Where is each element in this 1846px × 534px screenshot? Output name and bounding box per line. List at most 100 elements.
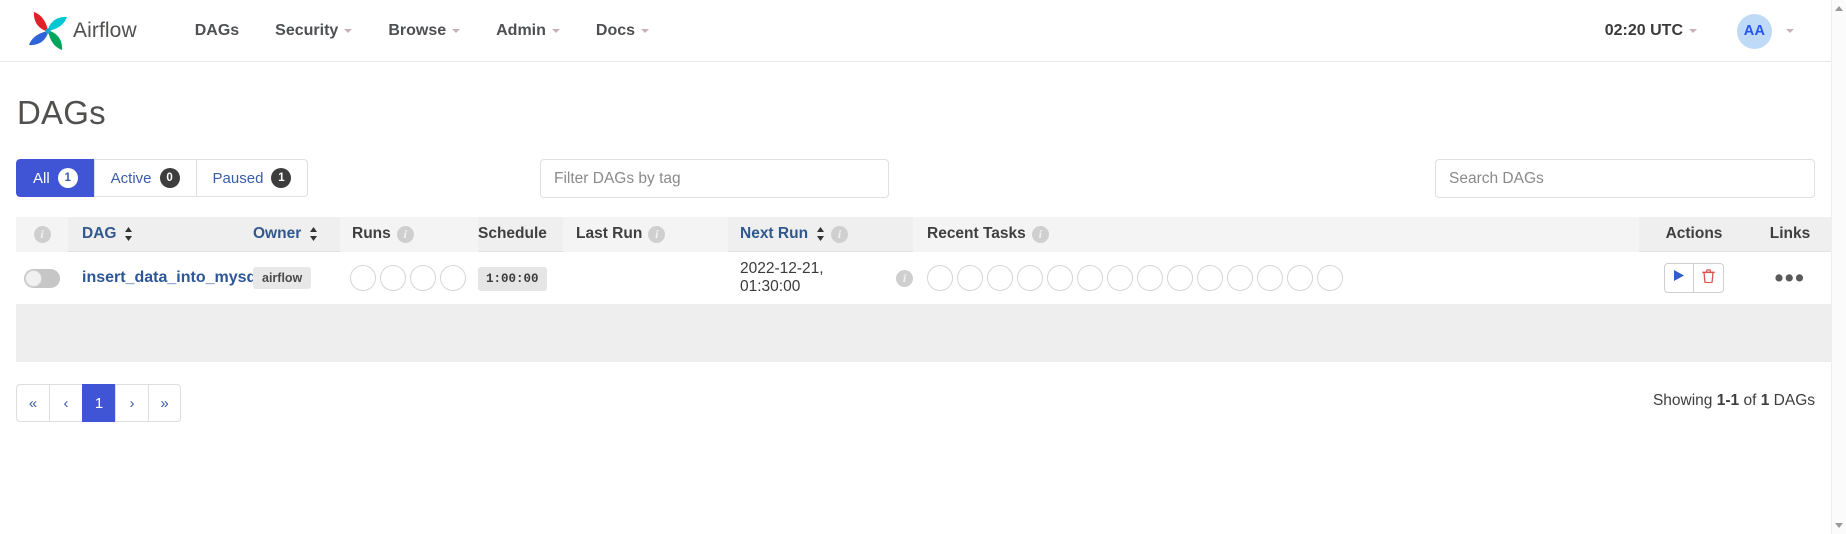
task-status-circle[interactable] (1107, 265, 1133, 291)
nav-item-browse[interactable]: Browse (388, 14, 461, 48)
tab-all-badge: 1 (57, 168, 78, 188)
dag-pause-toggle[interactable] (24, 268, 60, 288)
header-last-run-label: Last Run (576, 225, 643, 242)
run-status-circle[interactable] (350, 265, 376, 291)
toggle-knob (25, 269, 42, 287)
action-button-group (1664, 263, 1724, 293)
task-status-circle[interactable] (957, 265, 983, 291)
header-owner[interactable]: Owner (253, 217, 340, 252)
page-scrollbar[interactable] (1831, 0, 1846, 534)
task-status-circle[interactable] (1047, 265, 1073, 291)
nav-item-browse-label: Browse (388, 21, 447, 39)
info-icon[interactable]: i (831, 225, 849, 243)
nav-item-dags[interactable]: DAGs (195, 14, 239, 48)
run-status-circle[interactable] (380, 265, 406, 291)
avatar[interactable]: AA (1737, 13, 1772, 49)
showing-summary: Showing 1-1 of 1 DAGs (1653, 392, 1815, 410)
brand-text: Airflow (73, 18, 137, 42)
info-icon[interactable]: i (896, 269, 913, 287)
pagination: « ‹ 1 › » (16, 384, 1815, 422)
chevron-down-icon (551, 28, 560, 33)
task-status-circle[interactable] (1197, 265, 1223, 291)
navbar-right: 02:20 UTC AA (1605, 0, 1794, 62)
nav-item-admin[interactable]: Admin (496, 14, 560, 48)
schedule-cell: 1:00:00 (478, 267, 563, 291)
search-input[interactable] (1435, 159, 1815, 198)
pagination-prev[interactable]: ‹ (49, 384, 82, 422)
tab-active-badge: 0 (159, 168, 180, 188)
table-empty-filler (16, 305, 1831, 362)
tag-filter-input[interactable] (540, 159, 889, 198)
task-status-circle[interactable] (1137, 265, 1163, 291)
airflow-pinwheel-icon (26, 10, 70, 52)
showing-suffix: DAGs (1773, 392, 1815, 409)
sort-icon (309, 227, 318, 241)
header-actions: Actions (1639, 217, 1749, 252)
showing-prefix: Showing (1652, 392, 1713, 409)
trigger-dag-button[interactable] (1664, 263, 1694, 293)
header-recent-tasks-label: Recent Tasks (927, 225, 1026, 242)
info-icon[interactable]: i (396, 225, 414, 243)
task-status-circle[interactable] (1227, 265, 1253, 291)
next-run-value: 2022-12-21, 01:30:00 (740, 260, 824, 295)
main-navbar: Airflow DAGs Security Browse Admin Docs … (0, 0, 1846, 62)
owner-badge[interactable]: airflow (253, 267, 312, 289)
header-schedule-label: Schedule (478, 225, 547, 242)
tab-paused[interactable]: Paused 1 (195, 159, 309, 197)
task-status-circle[interactable] (1287, 265, 1313, 291)
header-links-label: Links (1769, 225, 1811, 242)
task-status-circle[interactable] (1257, 265, 1283, 291)
task-status-circle[interactable] (1167, 265, 1193, 291)
tab-all-label: All (33, 169, 50, 187)
dags-table: i DAG Owner Runs i Schedule Last Run i N… (16, 216, 1831, 362)
tab-active-label: Active (110, 169, 152, 187)
chevron-down-icon (452, 28, 461, 33)
header-owner-label: Owner (253, 225, 302, 242)
runs-circles (350, 265, 478, 291)
header-last-run: Last Run i (563, 216, 728, 252)
user-menu-chevron-down-icon[interactable] (1786, 29, 1794, 33)
showing-total: 1 (1760, 392, 1770, 409)
schedule-badge[interactable]: 1:00:00 (478, 267, 547, 291)
dag-link[interactable]: insert_data_into_mysql (82, 269, 261, 286)
pagination-first[interactable]: « (16, 384, 49, 422)
pagination-last[interactable]: » (148, 384, 181, 422)
sort-icon (816, 227, 825, 241)
timezone-selector[interactable]: 02:20 UTC (1605, 14, 1697, 48)
info-icon[interactable]: i (1031, 225, 1049, 243)
nav-item-security[interactable]: Security (275, 14, 353, 48)
scroll-down-icon[interactable] (1835, 523, 1843, 528)
tab-all[interactable]: All 1 (16, 159, 94, 197)
tab-active[interactable]: Active 0 (93, 159, 196, 197)
pagination-next[interactable]: › (115, 384, 148, 422)
scroll-up-icon[interactable] (1835, 6, 1843, 11)
header-schedule: Schedule (478, 217, 563, 252)
status-filter-tabs: All 1 Active 0 Paused 1 (16, 159, 309, 197)
actions-cell (1639, 263, 1749, 293)
info-icon[interactable]: i (33, 225, 51, 243)
pause-toggle-cell (16, 268, 68, 288)
header-next-run[interactable]: Next Run i (728, 217, 913, 252)
next-run-cell: 2022-12-21, 01:30:00 i (728, 260, 913, 296)
links-menu-button[interactable]: ••• (1775, 266, 1806, 291)
task-status-circle[interactable] (1017, 265, 1043, 291)
info-icon[interactable]: i (648, 225, 666, 243)
task-status-circle[interactable] (1317, 265, 1343, 291)
task-status-circle[interactable] (1077, 265, 1103, 291)
showing-range: 1-1 (1716, 392, 1740, 409)
chevron-down-icon (641, 28, 650, 33)
nav-item-docs-label: Docs (595, 21, 636, 39)
run-status-circle[interactable] (410, 265, 436, 291)
owner-cell: airflow (253, 267, 340, 289)
header-pause-info: i (16, 216, 68, 252)
task-status-circle[interactable] (987, 265, 1013, 291)
brand-logo[interactable]: Airflow (26, 10, 137, 52)
pagination-page-1[interactable]: 1 (82, 384, 115, 422)
header-dag[interactable]: DAG (68, 217, 253, 252)
nav-item-docs[interactable]: Docs (595, 14, 650, 48)
run-status-circle[interactable] (440, 265, 466, 291)
dag-name-cell: insert_data_into_mysql (68, 269, 261, 287)
task-status-circle[interactable] (927, 265, 953, 291)
play-icon (1673, 269, 1685, 287)
delete-dag-button[interactable] (1694, 263, 1724, 293)
